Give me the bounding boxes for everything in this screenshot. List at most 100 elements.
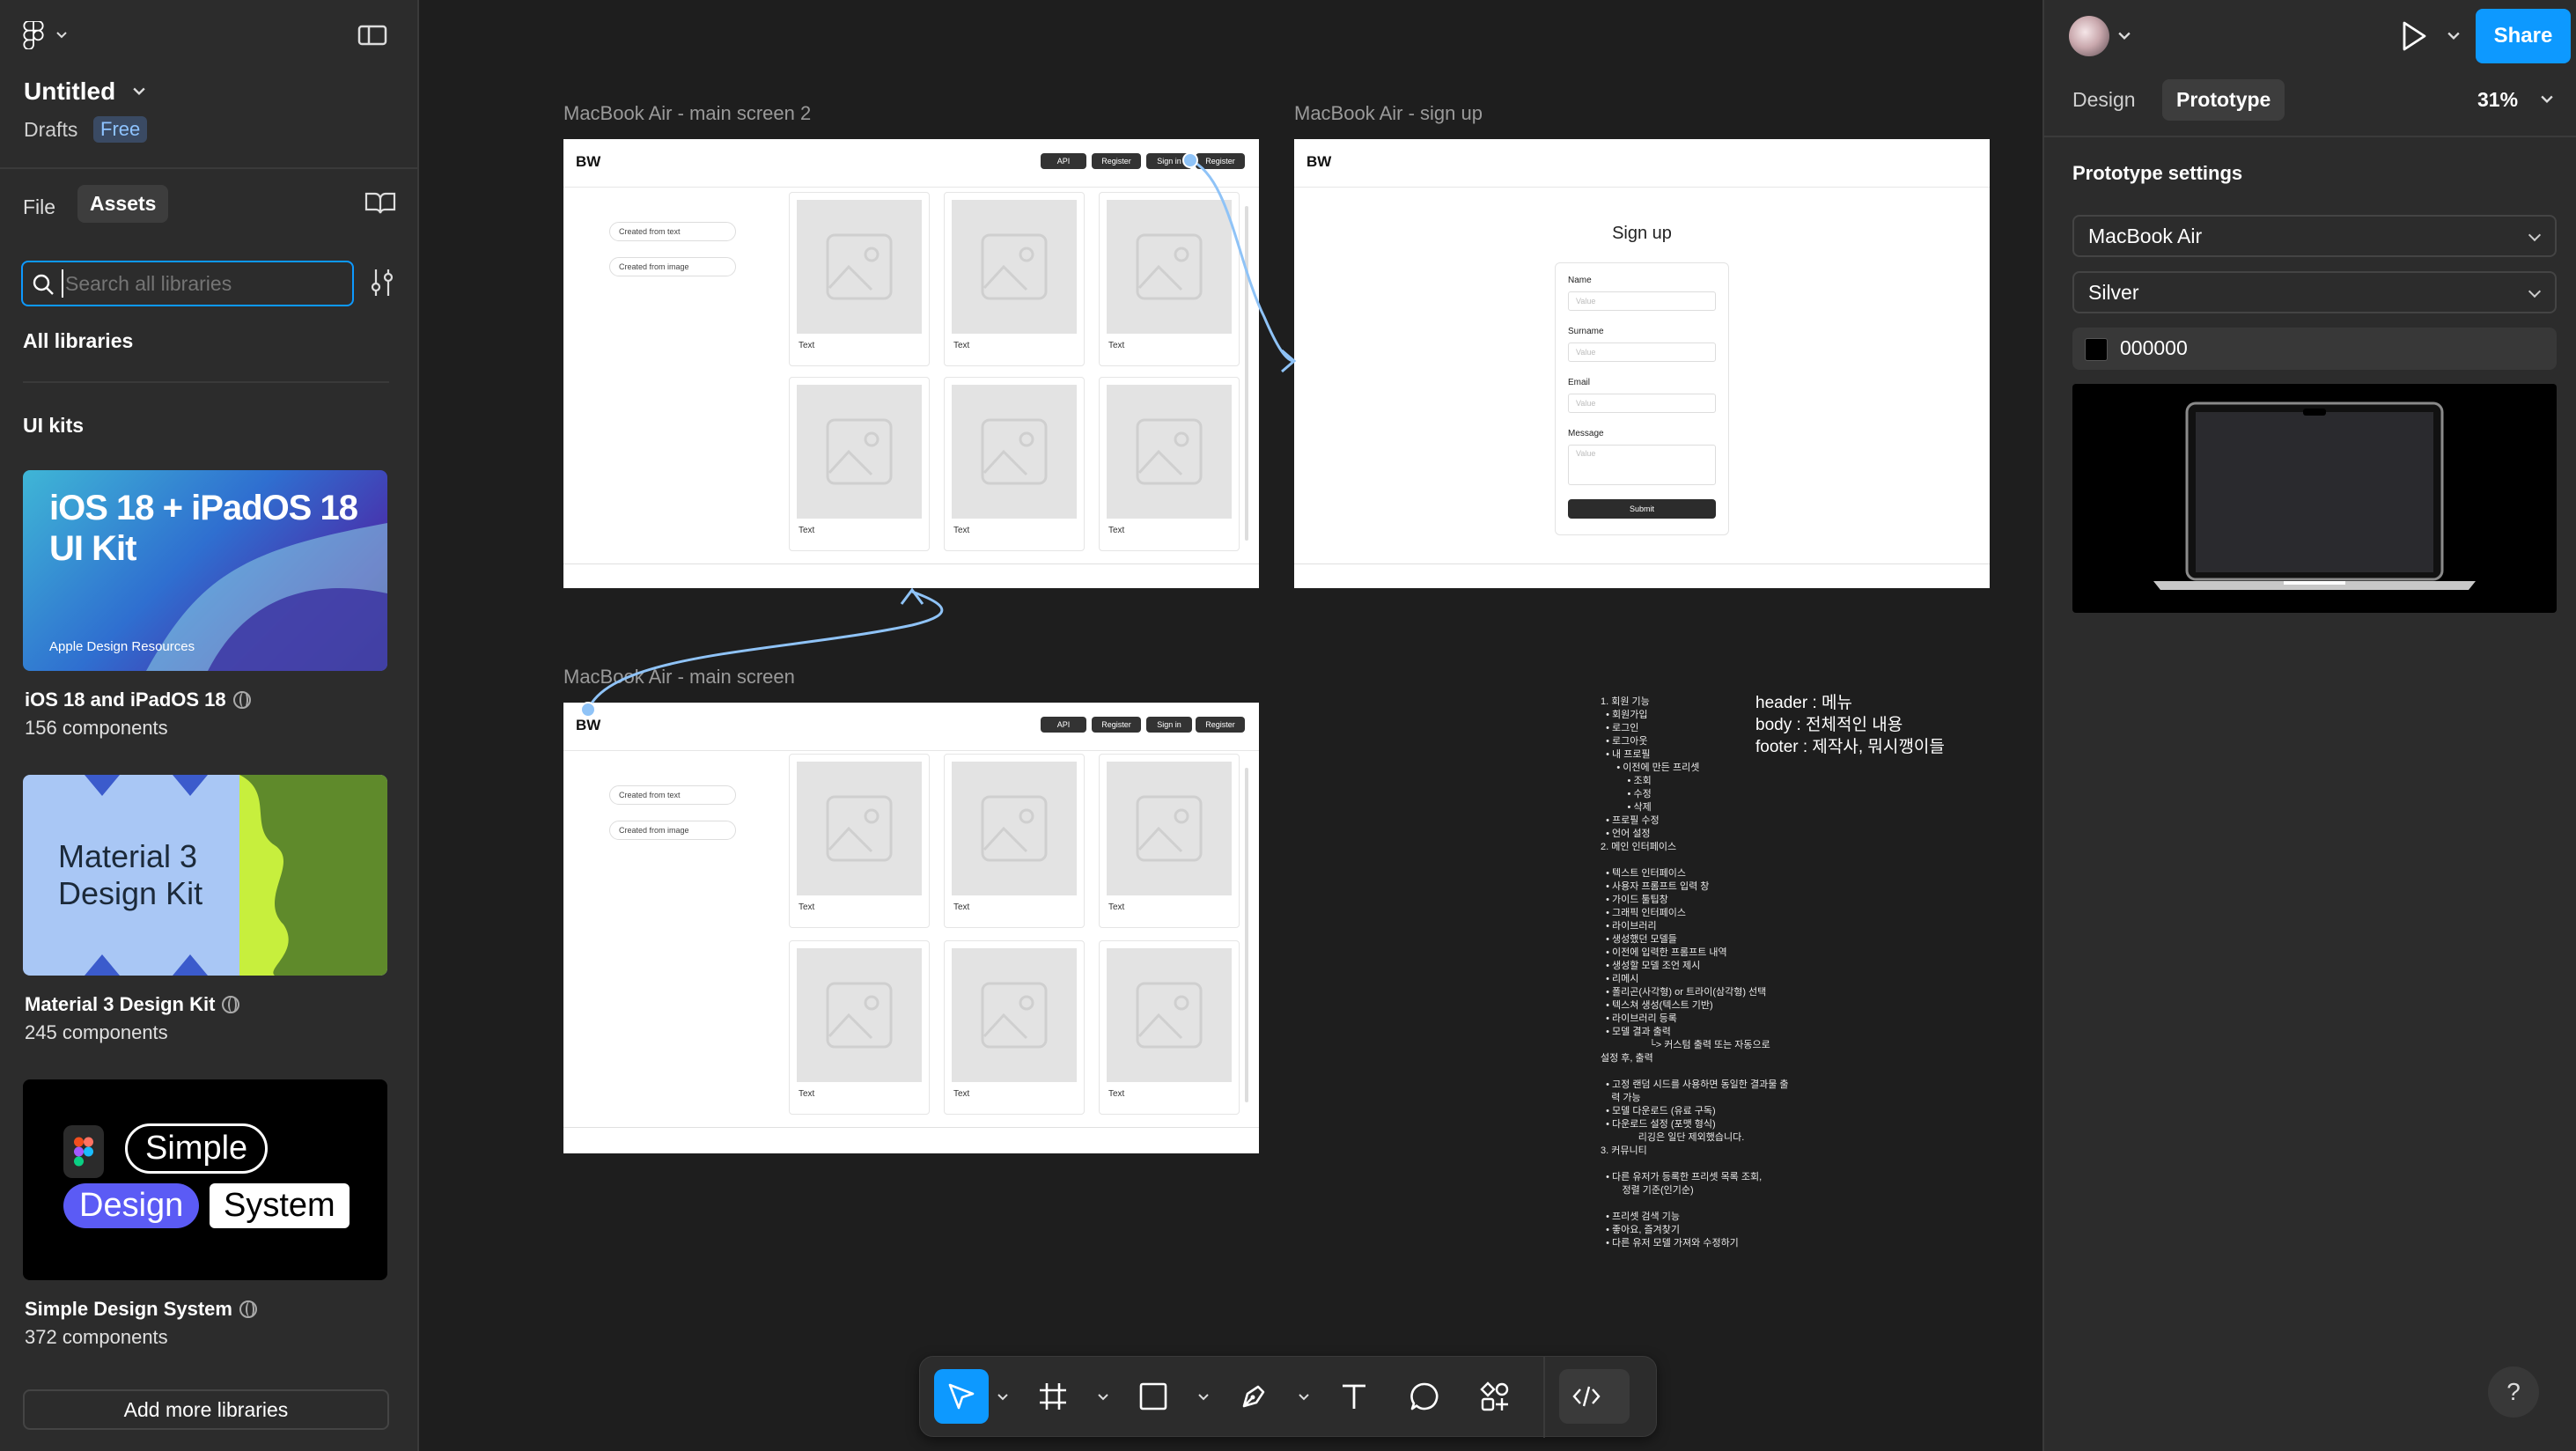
filter-button[interactable] xyxy=(368,268,396,302)
move-tool-button[interactable] xyxy=(934,1369,989,1424)
background-color-field[interactable]: 000000 xyxy=(2072,328,2557,370)
nav-button[interactable]: Register xyxy=(1092,717,1141,733)
nav-button[interactable]: Register xyxy=(1092,153,1141,169)
image-card[interactable]: Text xyxy=(1099,377,1240,551)
search-input[interactable] xyxy=(62,269,343,298)
color-swatch[interactable] xyxy=(2085,338,2108,361)
note-feature-list[interactable]: 1. 회원 기능 • 회원가입 • 로그인 • 로그아웃 • 내 프로필 • 이… xyxy=(1601,696,1789,1250)
frame-label[interactable]: MacBook Air - sign up xyxy=(1294,102,1483,125)
pill-label: Created from text xyxy=(619,227,681,236)
name-field[interactable]: Value xyxy=(1568,291,1716,311)
comment-tool-button[interactable] xyxy=(1397,1369,1452,1424)
nav-button[interactable]: Sign in xyxy=(1146,153,1192,169)
search-box[interactable] xyxy=(21,261,354,306)
kit-thumb-title-line1: iOS 18 + iPadOS 18 xyxy=(49,489,358,527)
image-card[interactable]: Text xyxy=(944,192,1085,366)
add-more-libraries-button[interactable]: Add more libraries xyxy=(23,1389,389,1430)
pen-tool-button[interactable] xyxy=(1226,1369,1281,1424)
pill-button[interactable]: Created from image xyxy=(609,257,736,276)
image-placeholder-icon xyxy=(1107,762,1232,895)
frame-main-screen[interactable]: BW API Register Sign in Register Created… xyxy=(563,703,1259,1153)
image-card[interactable]: Text xyxy=(789,754,930,928)
chevron-down-icon[interactable] xyxy=(1196,1390,1211,1404)
kit-name[interactable]: Material 3 Design Kit xyxy=(25,993,240,1016)
library-book-button[interactable] xyxy=(364,190,396,219)
image-card[interactable]: Text xyxy=(1099,754,1240,928)
image-card[interactable]: Text xyxy=(944,754,1085,928)
kit-name[interactable]: Simple Design System xyxy=(25,1298,257,1321)
actions-tool-button[interactable] xyxy=(1468,1369,1522,1424)
canvas[interactable]: MacBook Air - main screen 2 MacBook Air … xyxy=(419,0,2042,1451)
sidebar-icon xyxy=(357,25,387,46)
image-card[interactable]: Text xyxy=(789,940,930,1115)
kit-thumb-title-line1: Material 3 xyxy=(58,838,198,874)
pill-button[interactable]: Created from image xyxy=(609,821,736,840)
figma-app-icon xyxy=(63,1125,104,1178)
message-field[interactable]: Value xyxy=(1568,445,1716,485)
frame-label[interactable]: MacBook Air - main screen xyxy=(563,666,795,689)
image-card[interactable]: Text xyxy=(944,940,1085,1115)
frame-tool-button[interactable] xyxy=(1026,1369,1080,1424)
chevron-down-icon[interactable] xyxy=(1297,1390,1311,1404)
kit-thumbnail-ios[interactable]: iOS 18 + iPadOS 18 UI Kit Apple Design R… xyxy=(23,470,387,671)
nav-button[interactable]: Register xyxy=(1196,717,1245,733)
shape-tool-button[interactable] xyxy=(1126,1369,1181,1424)
play-icon xyxy=(2403,21,2426,51)
kit-count: 156 components xyxy=(25,717,168,739)
tab-file[interactable]: File xyxy=(12,190,66,225)
device-select[interactable]: MacBook Air xyxy=(2072,215,2557,257)
share-button[interactable]: Share xyxy=(2476,9,2571,63)
surname-field[interactable]: Value xyxy=(1568,342,1716,362)
kit-thumbnail-simple[interactable]: Simple Design System xyxy=(23,1079,387,1280)
nav-button[interactable]: API xyxy=(1041,153,1086,169)
text-tool-button[interactable] xyxy=(1327,1369,1381,1424)
frame-label[interactable]: MacBook Air - main screen 2 xyxy=(563,102,811,125)
present-button[interactable] xyxy=(2400,19,2428,57)
nav-button[interactable]: Register xyxy=(1196,153,1245,169)
connector-main-to-main2 xyxy=(586,590,944,711)
tab-design[interactable]: Design xyxy=(2072,88,2136,112)
all-libraries-link[interactable]: All libraries xyxy=(23,329,133,353)
figma-menu-button[interactable] xyxy=(23,20,72,50)
image-card[interactable]: Text xyxy=(1099,192,1240,366)
scrollbar[interactable] xyxy=(1245,768,1248,1102)
file-title[interactable]: Untitled xyxy=(24,77,145,106)
avatar[interactable] xyxy=(2069,16,2109,56)
frame-main-screen-2[interactable]: BW API Register Sign in Register Created… xyxy=(563,139,1259,588)
image-card[interactable]: Text xyxy=(789,377,930,551)
divider xyxy=(563,750,1259,751)
card-caption: Text xyxy=(1108,1089,1125,1099)
chevron-down-icon[interactable] xyxy=(996,1390,1010,1404)
chevron-down-icon[interactable] xyxy=(2118,32,2131,41)
chevron-down-icon[interactable] xyxy=(2447,32,2460,41)
toggle-sidebar-button[interactable] xyxy=(357,23,389,49)
tab-prototype[interactable]: Prototype xyxy=(2162,79,2285,121)
model-select[interactable]: Silver xyxy=(2072,271,2557,313)
tab-assets[interactable]: Assets xyxy=(77,185,169,223)
image-card[interactable]: Text xyxy=(944,377,1085,551)
email-field[interactable]: Value xyxy=(1568,394,1716,413)
file-location[interactable]: Drafts xyxy=(24,118,77,142)
submit-button[interactable]: Submit xyxy=(1568,499,1716,519)
dev-mode-toggle[interactable] xyxy=(1559,1369,1630,1424)
kit-thumbnail-material[interactable]: Material 3 Design Kit xyxy=(23,775,387,976)
kit-name[interactable]: iOS 18 and iPadOS 18 xyxy=(25,689,251,711)
nav-button[interactable]: API xyxy=(1041,717,1086,733)
image-card[interactable]: Text xyxy=(789,192,930,366)
pill-label: Created from image xyxy=(619,262,689,271)
kit-name-text: Material 3 Design Kit xyxy=(25,993,216,1015)
frame-logo: BW xyxy=(576,153,601,170)
scrollbar[interactable] xyxy=(1245,206,1248,541)
frame-sign-up[interactable]: BW Sign up Name Value Surname Value Emai… xyxy=(1294,139,1990,588)
image-card[interactable]: Text xyxy=(1099,940,1240,1115)
pill-button[interactable]: Created from text xyxy=(609,222,736,241)
pill-button[interactable]: Created from text xyxy=(609,785,736,805)
comment-icon xyxy=(1410,1382,1439,1410)
chevron-down-icon[interactable] xyxy=(1096,1390,1110,1404)
color-hex[interactable]: 000000 xyxy=(2120,336,2188,360)
zoom-dropdown[interactable]: 31% xyxy=(2477,88,2554,112)
kit-thumb-title-line2: UI Kit xyxy=(49,529,136,568)
nav-button[interactable]: Sign in xyxy=(1146,717,1192,733)
figma-logo-icon xyxy=(23,20,44,50)
help-button[interactable]: ? xyxy=(2488,1366,2539,1418)
